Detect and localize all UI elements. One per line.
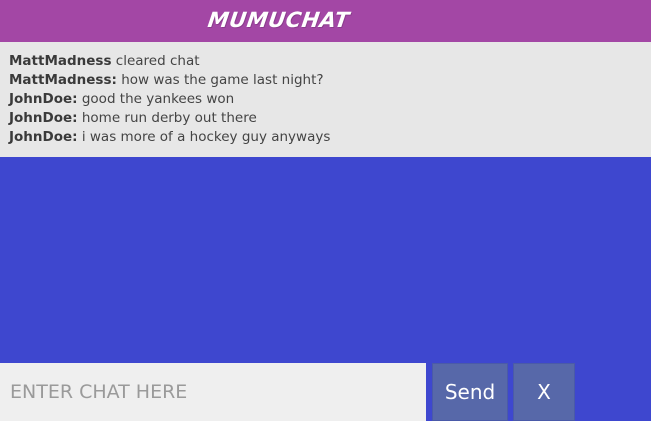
chat-message: MattMadness cleared chat xyxy=(9,52,651,71)
chat-message: JohnDoe: good the yankees won xyxy=(9,90,651,109)
chat-message: MattMadness: how was the game last night… xyxy=(9,71,651,90)
chat-app: MUMUCHAT MattMadness cleared chat MattMa… xyxy=(0,0,651,421)
chat-input-bar: Send X xyxy=(0,363,651,421)
close-button[interactable]: X xyxy=(513,363,575,421)
message-username: JohnDoe: xyxy=(9,91,78,107)
message-username: MattMadness: xyxy=(9,72,117,88)
app-logo: MUMUCHAT xyxy=(206,8,352,32)
message-username: MattMadness xyxy=(9,53,112,69)
send-button[interactable]: Send xyxy=(432,363,508,421)
header-bar: MUMUCHAT xyxy=(0,0,651,42)
message-username: JohnDoe: xyxy=(9,110,78,126)
message-text: how was the game last night? xyxy=(116,72,324,88)
message-text: home run derby out there xyxy=(77,110,257,126)
chat-log: MattMadness cleared chat MattMadness: ho… xyxy=(0,42,651,157)
chat-message: JohnDoe: home run derby out there xyxy=(9,109,651,128)
message-username: JohnDoe: xyxy=(9,129,78,145)
chat-input[interactable] xyxy=(0,363,426,421)
message-text: cleared chat xyxy=(111,53,200,69)
message-text: i was more of a hockey guy anyways xyxy=(77,129,331,145)
message-text: good the yankees won xyxy=(77,91,235,107)
chat-message: JohnDoe: i was more of a hockey guy anyw… xyxy=(9,128,651,147)
